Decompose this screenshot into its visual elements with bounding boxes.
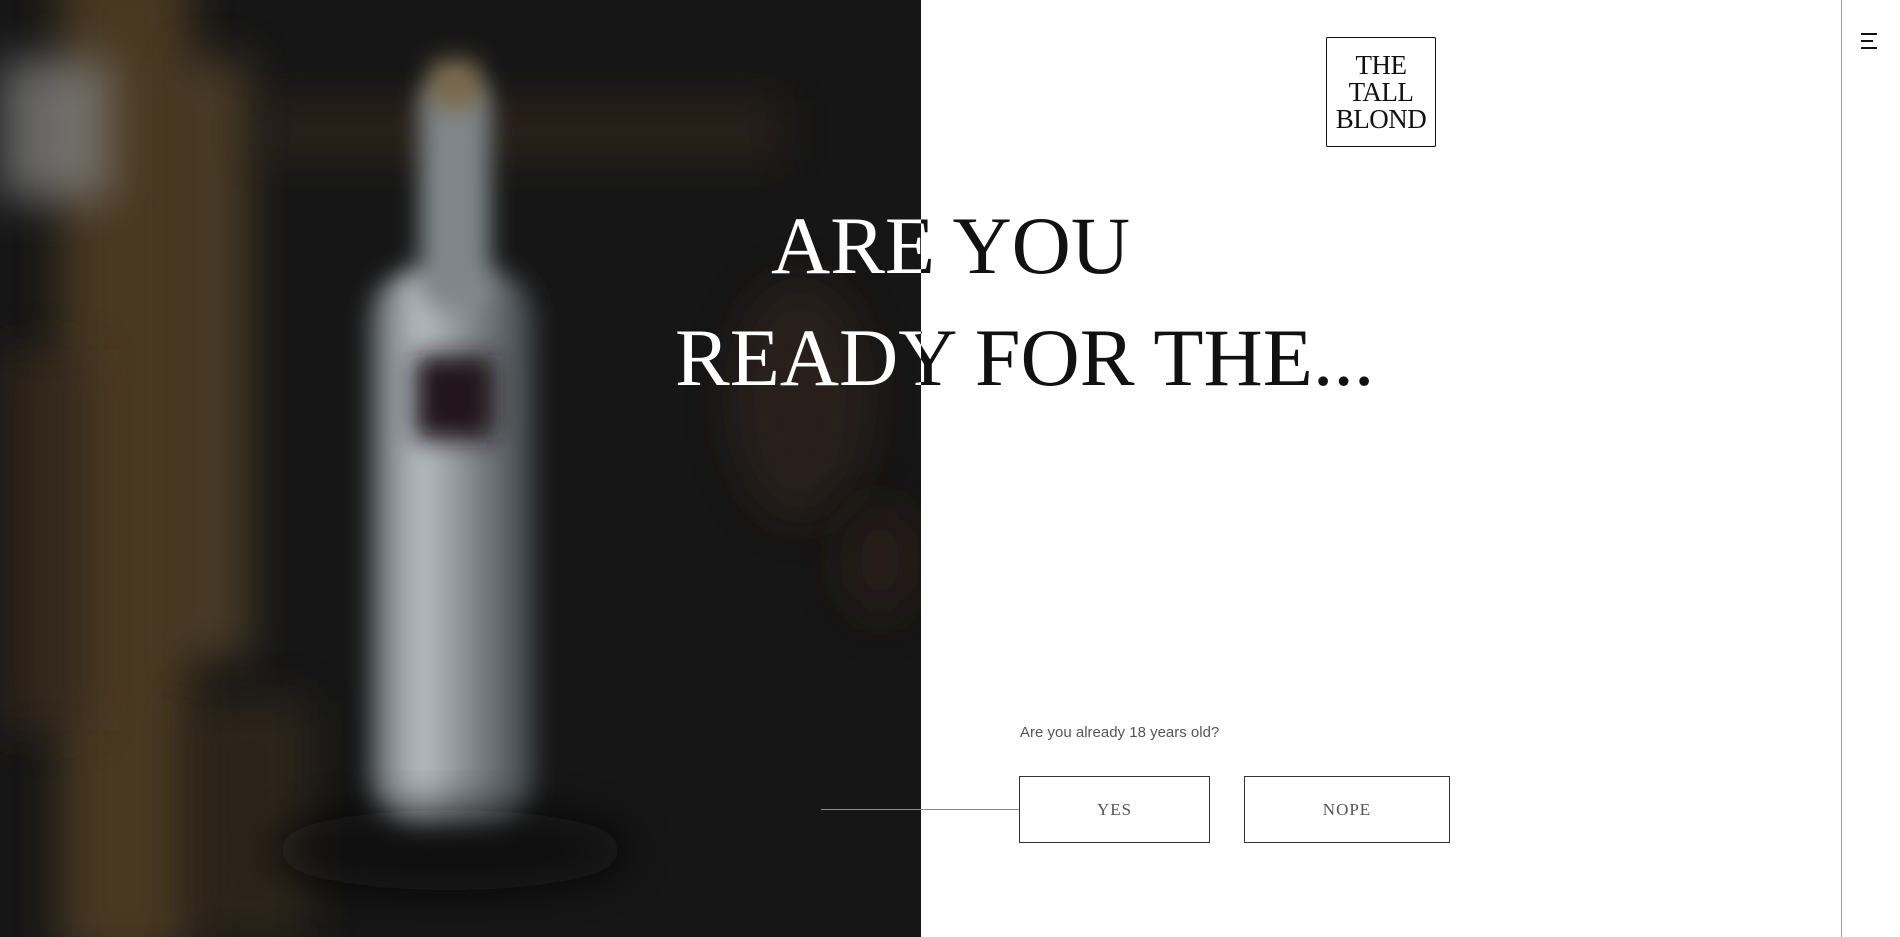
connector-line <box>821 809 1020 810</box>
headline-on-dark: ARE YOU READY FOR THE... <box>0 0 921 937</box>
yes-button[interactable]: YES <box>1019 776 1210 843</box>
brand-logo[interactable]: THE TALL BLOND <box>1326 37 1436 147</box>
age-question: Are you already 18 years old? <box>1020 724 1220 741</box>
headline-line-1: ARE YOU <box>771 200 921 291</box>
logo-line-tall: TALL <box>1348 76 1414 107</box>
logo-line-blond: BLOND <box>1335 103 1427 134</box>
logo-line-the: THE <box>1355 49 1407 80</box>
side-divider <box>1841 0 1842 937</box>
hamburger-menu-icon[interactable] <box>1858 30 1880 52</box>
headline-line-1: ARE YOU <box>921 200 1131 291</box>
headline-line-2: READY FOR THE... <box>675 312 921 403</box>
nope-button[interactable]: NOPE <box>1244 776 1450 843</box>
headline-line-2: READY FOR THE... <box>921 312 1375 403</box>
age-gate-page: ARE YOU READY FOR THE... ARE YOU READY F… <box>0 0 1900 937</box>
